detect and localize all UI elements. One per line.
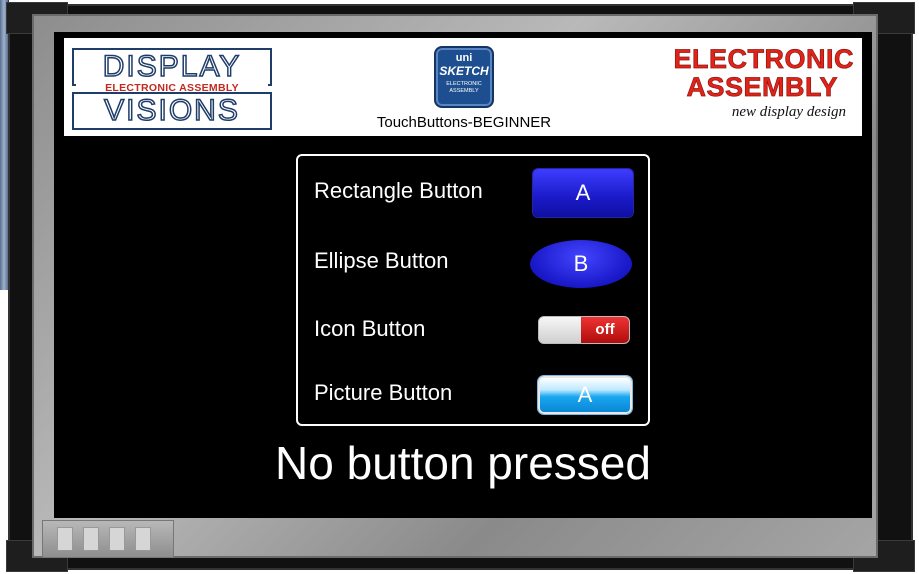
- display-visions-logo: DISPLAY ELECTRONIC ASSEMBLY VISIONS: [72, 44, 272, 130]
- rectangle-button[interactable]: A: [533, 169, 633, 217]
- page-title: TouchButtons-BEGINNER: [376, 114, 552, 131]
- connector-tab: [83, 527, 99, 551]
- unisketch-logo-uni: uni: [455, 52, 473, 64]
- unisketch-logo: uni SKETCH ELECTRONIC ASSEMBLY: [434, 46, 494, 108]
- unisketch-logo-sketch: SKETCH: [439, 64, 489, 78]
- unisketch-logo-sub: ELECTRONIC ASSEMBLY: [446, 81, 482, 94]
- logo-word-visions: VISIONS: [72, 92, 272, 130]
- toggle-state-text: off: [581, 317, 629, 343]
- ea-logo-line1: ELECTRONIC: [673, 44, 854, 75]
- header-banner: DISPLAY ELECTRONIC ASSEMBLY VISIONS uni …: [64, 38, 862, 136]
- flex-connector: [42, 520, 174, 558]
- ellipse-button[interactable]: B: [530, 240, 632, 288]
- toggle-knob: [539, 317, 582, 343]
- connector-tab: [109, 527, 125, 551]
- picture-button[interactable]: A: [538, 376, 632, 414]
- picture-button-label: Picture Button: [314, 380, 453, 405]
- icon-button-label: Icon Button: [314, 316, 426, 341]
- rectangle-button-label: Rectangle Button: [314, 178, 483, 203]
- ea-logo-line2: ASSEMBLY: [686, 72, 838, 103]
- electronic-assembly-logo: ELECTRONIC ASSEMBLY new display design: [660, 42, 860, 132]
- ea-logo-tagline: new display design: [731, 104, 846, 120]
- connector-tab: [57, 527, 73, 551]
- status-message: No button pressed: [275, 437, 651, 489]
- ellipse-button-label: Ellipse Button: [314, 248, 449, 273]
- icon-toggle-button[interactable]: off: [538, 316, 630, 344]
- connector-tab: [135, 527, 151, 551]
- button-panel: Rectangle Button A Ellipse Button B Icon…: [296, 154, 650, 426]
- lcd-screen: DISPLAY ELECTRONIC ASSEMBLY VISIONS uni …: [54, 32, 872, 518]
- logo-word-display: DISPLAY: [72, 48, 272, 86]
